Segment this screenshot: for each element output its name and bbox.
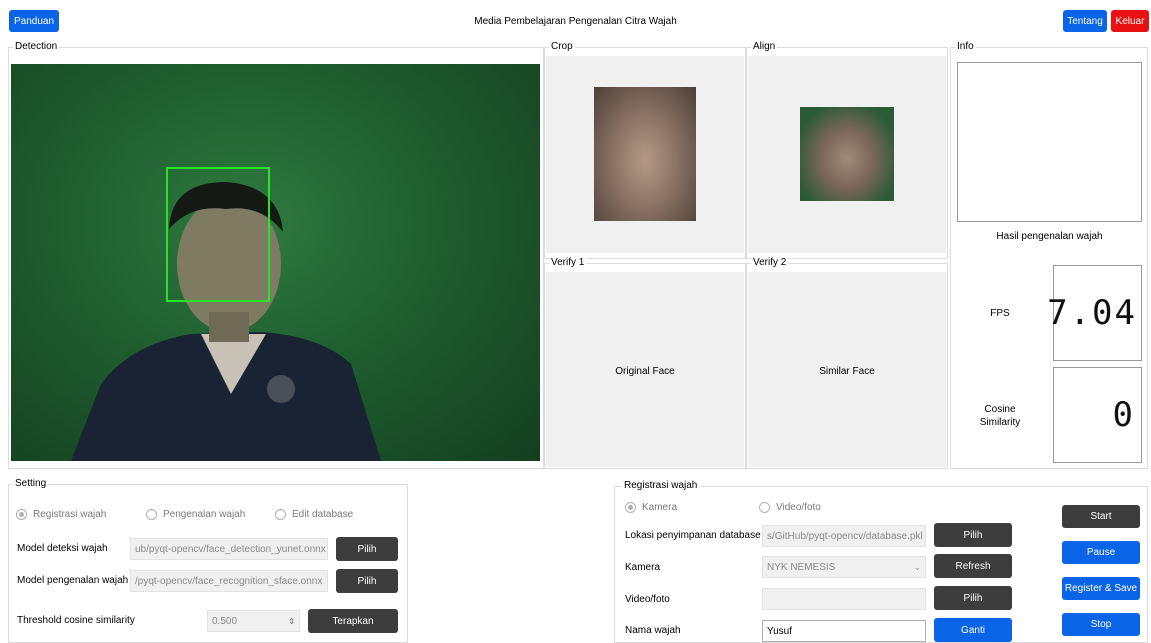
- face-name-input[interactable]: Yusuf: [762, 620, 926, 642]
- cosine-display: 0: [1053, 367, 1142, 463]
- threshold-value: 0.500: [212, 615, 238, 627]
- stop-button[interactable]: Stop: [1062, 613, 1140, 636]
- exit-button[interactable]: Keluar: [1111, 10, 1149, 32]
- cosine-value: 0: [1112, 395, 1135, 435]
- setting-title: Setting: [13, 478, 49, 489]
- start-button[interactable]: Start: [1062, 505, 1140, 528]
- cosine-label-line1: Cosine: [984, 404, 1016, 415]
- threshold-label: Threshold cosine similarity: [17, 615, 135, 626]
- pause-button[interactable]: Pause: [1062, 541, 1140, 564]
- detection-model-label: Model deteksi wajah: [17, 543, 108, 554]
- radio-dot: [146, 509, 157, 520]
- radio-label: Pengenalan wajah: [163, 509, 246, 520]
- camera-select[interactable]: NYK NEMESIS ⌄: [762, 556, 926, 578]
- db-location-field[interactable]: s/GitHub/pyqt-opencv/database.pkl: [762, 525, 926, 547]
- cosine-label: Cosine Similarity: [960, 403, 1040, 429]
- camera-select-value: NYK NEMESIS: [767, 561, 836, 573]
- register-save-button[interactable]: Register & Save: [1062, 577, 1140, 600]
- threshold-spinbox[interactable]: 0.500 ⇕: [207, 610, 300, 632]
- camera-feed: [11, 64, 540, 461]
- cosine-label-line2: Similarity: [979, 417, 1021, 428]
- video-choose-button[interactable]: Pilih: [934, 586, 1012, 610]
- registration-title: Registrasi wajah: [622, 480, 700, 491]
- spin-arrows-icon[interactable]: ⇕: [288, 617, 295, 626]
- radio-dot: [16, 509, 27, 520]
- radio-dot: [275, 509, 286, 520]
- mode-radio-recognition[interactable]: Pengenalan wajah: [146, 509, 245, 520]
- camera-label: Kamera: [625, 562, 661, 573]
- db-location-label: Lokasi penyimpanan database: [625, 530, 761, 541]
- mode-radio-registration[interactable]: Registrasi wajah: [16, 509, 106, 520]
- radio-label: Registrasi wajah: [33, 509, 107, 520]
- video-label: Video/foto: [625, 594, 670, 605]
- person-silhouette: [71, 167, 381, 461]
- align-title: Align: [751, 41, 778, 52]
- source-radio-video[interactable]: Video/foto: [759, 502, 821, 513]
- detection-title: Detection: [13, 41, 60, 52]
- chevron-down-icon[interactable]: ⌄: [913, 562, 921, 573]
- threshold-apply-button[interactable]: Terapkan: [308, 609, 398, 633]
- radio-label: Video/foto: [776, 502, 821, 513]
- fps-value: 7.04: [1047, 293, 1137, 333]
- recognition-model-field[interactable]: /pyqt-opencv/face_recognition_sface.onnx: [130, 570, 328, 592]
- original-face-label: Original Face: [615, 366, 675, 377]
- similar-face-label: Similar Face: [819, 366, 875, 377]
- db-location-choose-button[interactable]: Pilih: [934, 523, 1012, 547]
- camera-refresh-button[interactable]: Refresh: [934, 554, 1012, 578]
- mode-radio-edit-database[interactable]: Edit database: [275, 509, 353, 520]
- face-name-label: Nama wajah: [625, 625, 681, 636]
- source-radio-camera[interactable]: Kamera: [625, 502, 677, 513]
- app-title: Media Pembelajaran Pengenalan Citra Waja…: [474, 16, 677, 27]
- info-title: Info: [955, 41, 976, 52]
- detection-model-field[interactable]: ub/pyqt-opencv/face_detection_yunet.onnx: [130, 538, 328, 560]
- fps-display: 7.04: [1047, 265, 1142, 361]
- recognition-result-box: [957, 62, 1142, 222]
- radio-label: Edit database: [292, 509, 354, 520]
- radio-label: Kamera: [642, 502, 678, 513]
- recognition-result-label: Hasil pengenalan wajah: [996, 231, 1103, 242]
- radio-dot: [759, 502, 770, 513]
- crop-title: Crop: [549, 41, 575, 52]
- video-path-field[interactable]: [762, 588, 926, 610]
- verify1-title: Verify 1: [549, 257, 587, 268]
- fps-label: FPS: [990, 308, 1010, 319]
- recognition-model-label: Model pengenalan wajah: [17, 575, 129, 586]
- about-button[interactable]: Tentang: [1063, 10, 1107, 32]
- recognition-model-choose-button[interactable]: Pilih: [336, 569, 398, 593]
- change-name-button[interactable]: Ganti: [934, 618, 1012, 642]
- detection-model-choose-button[interactable]: Pilih: [336, 537, 398, 561]
- align-face-image: [800, 107, 894, 201]
- crop-face-image: [594, 87, 696, 221]
- verify2-title: Verify 2: [751, 257, 789, 268]
- radio-dot: [625, 502, 636, 513]
